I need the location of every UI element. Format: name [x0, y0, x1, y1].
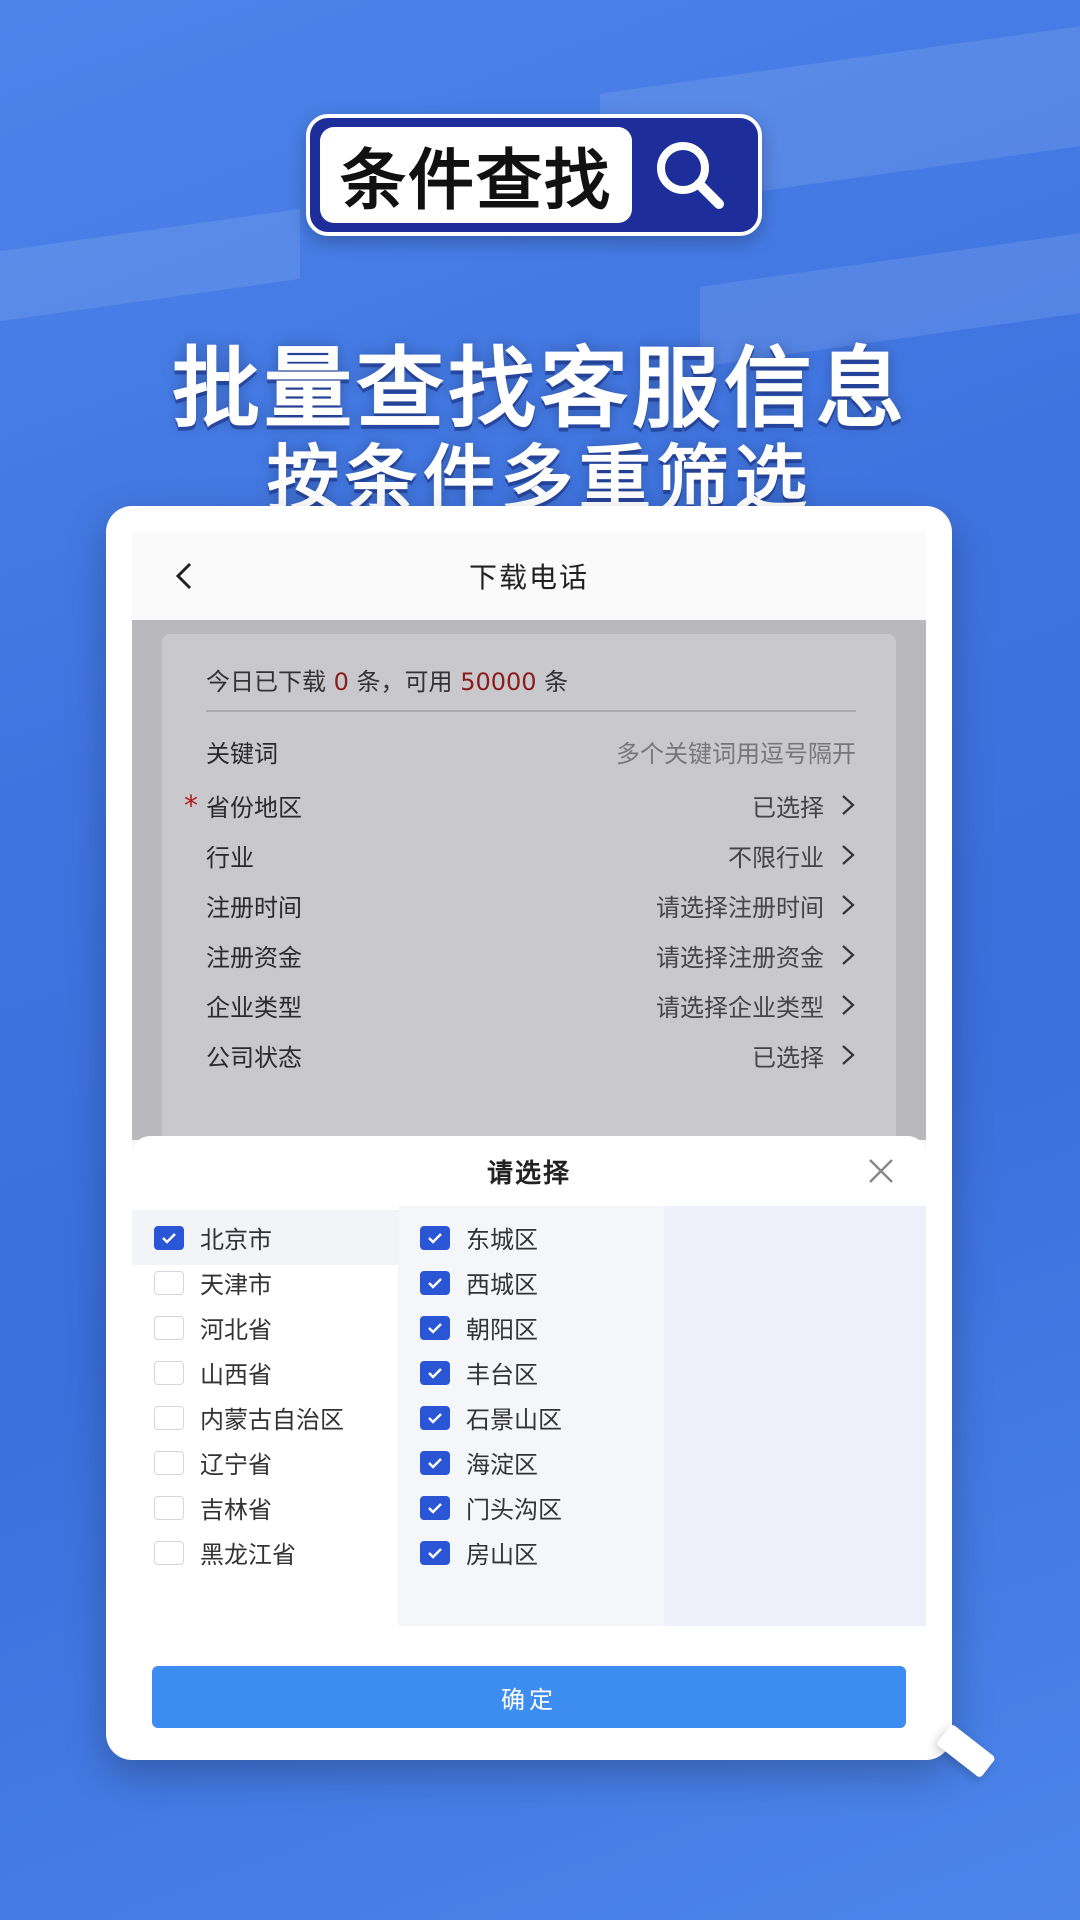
field-label: 注册资金 [206, 943, 302, 972]
magnifier-handle-decoration [935, 1723, 997, 1779]
field-label: 行业 [206, 843, 254, 872]
checkbox-icon[interactable] [154, 1495, 184, 1520]
quota-downloaded: 0 [333, 668, 349, 696]
region-picker-sheet: 请选择 北京市天津市河北省山西省内蒙古自治区 辽宁省吉林省黑龙江省 东城区西城区朝… [132, 1136, 926, 1730]
quota-suffix: 条 [536, 668, 569, 696]
checkbox-icon[interactable] [154, 1360, 184, 1385]
field-label-text: 省份地区 [206, 793, 302, 822]
keyword-input[interactable]: 多个关键词用逗号隔开 [616, 734, 856, 769]
field-register-capital[interactable]: 注册资金 请选择注册资金 [206, 930, 856, 980]
phone-mockup-card: 下载电话 今日已下载 0 条，可用 50000 条 关键词 多个关键词用逗号隔开… [106, 506, 952, 1760]
chevron-right-icon [842, 1045, 855, 1065]
download-quota: 今日已下载 0 条，可用 50000 条 [206, 662, 568, 697]
field-label: 公司状态 [206, 1043, 302, 1072]
field-value: 已选择 [752, 788, 856, 823]
chevron-right-icon [842, 995, 855, 1015]
field-value: 不限行业 [728, 838, 856, 873]
checkbox-checked-icon[interactable] [420, 1315, 450, 1340]
province-option[interactable]: 黑龙江省 [132, 1525, 398, 1580]
checkbox-checked-icon[interactable] [420, 1270, 450, 1295]
province-label: 黑龙江省 [200, 1541, 296, 1569]
field-value-text: 已选择 [752, 1043, 824, 1072]
province-label: 内蒙古自治区 [200, 1406, 344, 1434]
district-list: 东城区西城区朝阳区丰台区石景山区海淀区门头沟区房山区 [398, 1206, 664, 1626]
badge-text: 条件查找 [320, 127, 632, 223]
required-mark: * [184, 788, 198, 822]
title-badge: 条件查找 [306, 114, 762, 236]
chevron-right-icon [842, 895, 855, 915]
app-screen: 下载电话 今日已下载 0 条，可用 50000 条 关键词 多个关键词用逗号隔开… [132, 532, 926, 1730]
field-company-type[interactable]: 企业类型 请选择企业类型 [206, 980, 856, 1030]
chevron-right-icon [842, 845, 855, 865]
field-value-text: 请选择企业类型 [656, 993, 824, 1022]
district-label: 丰台区 [466, 1361, 538, 1389]
page-title: 下载电话 [468, 561, 589, 594]
checkbox-icon[interactable] [154, 1405, 184, 1430]
field-industry[interactable]: 行业 不限行业 [206, 830, 856, 880]
province-label: 河北省 [200, 1316, 272, 1344]
province-label: 辽宁省 [200, 1451, 272, 1479]
province-list: 北京市天津市河北省山西省内蒙古自治区 辽宁省吉林省黑龙江省 [132, 1206, 398, 1626]
modal-overlay[interactable]: 今日已下载 0 条，可用 50000 条 关键词 多个关键词用逗号隔开 * 省份… [132, 620, 926, 1154]
checkbox-icon[interactable] [154, 1450, 184, 1475]
filter-form: 今日已下载 0 条，可用 50000 条 关键词 多个关键词用逗号隔开 * 省份… [162, 634, 896, 1154]
field-value-text: 请选择注册时间 [656, 893, 824, 922]
checkbox-checked-icon[interactable] [420, 1225, 450, 1250]
field-label: 注册时间 [206, 893, 302, 922]
district-label: 西城区 [466, 1271, 538, 1299]
divider [206, 710, 856, 712]
field-value-text: 不限行业 [728, 843, 824, 872]
district-label: 门头沟区 [466, 1496, 562, 1524]
nav-bar: 下载电话 [132, 532, 926, 620]
sheet-title: 请选择 [486, 1158, 571, 1189]
field-label: 关键词 [206, 739, 278, 768]
sub-district-list [664, 1206, 926, 1626]
checkbox-checked-icon[interactable] [420, 1405, 450, 1430]
field-value-text: 请选择注册资金 [656, 943, 824, 972]
checkbox-checked-icon[interactable] [420, 1495, 450, 1520]
field-value: 请选择企业类型 [656, 988, 856, 1023]
field-value: 请选择注册资金 [656, 938, 856, 973]
district-option[interactable]: 房山区 [398, 1525, 664, 1580]
province-label: 吉林省 [200, 1496, 272, 1524]
background-streak [0, 208, 300, 322]
checkbox-checked-icon[interactable] [420, 1360, 450, 1385]
checkbox-icon[interactable] [154, 1270, 184, 1295]
checkbox-icon[interactable] [154, 1315, 184, 1340]
province-label: 北京市 [200, 1226, 272, 1254]
field-company-status[interactable]: 公司状态 已选择 [206, 1030, 856, 1080]
province-label: 天津市 [200, 1271, 272, 1299]
district-label: 东城区 [466, 1226, 538, 1254]
district-label: 朝阳区 [466, 1316, 538, 1344]
field-label: * 省份地区 [184, 788, 302, 823]
field-register-time[interactable]: 注册时间 请选择注册时间 [206, 880, 856, 930]
district-label: 石景山区 [466, 1406, 562, 1434]
field-label: 企业类型 [206, 993, 302, 1022]
checkbox-icon[interactable] [154, 1540, 184, 1565]
field-value: 请选择注册时间 [656, 888, 856, 923]
chevron-left-icon[interactable] [162, 554, 206, 598]
province-label: 山西省 [200, 1361, 272, 1389]
chevron-right-icon [842, 795, 855, 815]
close-icon[interactable] [866, 1156, 896, 1186]
checkbox-checked-icon[interactable] [154, 1225, 184, 1250]
district-label: 海淀区 [466, 1451, 538, 1479]
quota-prefix: 今日已下载 [206, 668, 334, 696]
field-value-text: 已选择 [752, 793, 824, 822]
sheet-header: 请选择 [132, 1136, 926, 1206]
confirm-button[interactable]: 确定 [152, 1666, 906, 1728]
field-keyword[interactable]: 关键词 多个关键词用逗号隔开 [206, 726, 856, 776]
quota-available: 50000 [460, 668, 537, 696]
field-region[interactable]: * 省份地区 已选择 [184, 780, 856, 830]
search-icon [632, 134, 748, 216]
district-label: 房山区 [466, 1541, 538, 1569]
field-value: 已选择 [752, 1038, 856, 1073]
checkbox-checked-icon[interactable] [420, 1450, 450, 1475]
chevron-right-icon [842, 945, 855, 965]
quota-middle: 条，可用 [348, 668, 461, 696]
checkbox-checked-icon[interactable] [420, 1540, 450, 1565]
